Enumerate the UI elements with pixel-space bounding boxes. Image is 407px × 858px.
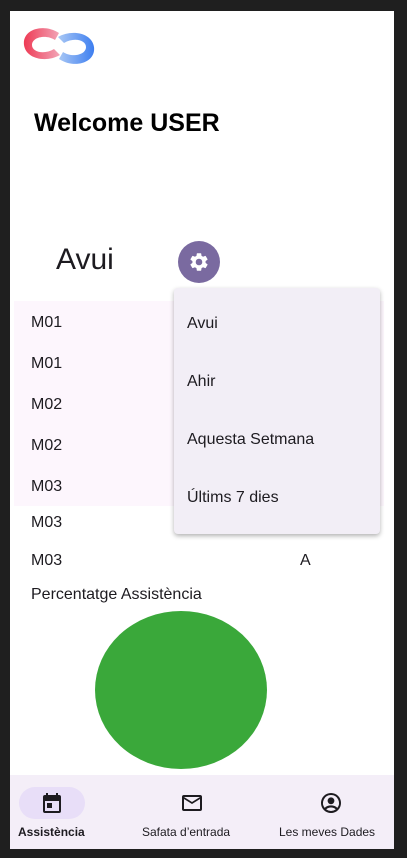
nav-label-my-data: Les meves Dades (279, 825, 376, 839)
app-logo (23, 28, 95, 64)
module-code: M03 (31, 514, 63, 531)
attendance-row: M03 A (14, 544, 384, 582)
mail-icon (182, 795, 202, 811)
attendance-pie-chart (95, 611, 267, 769)
nav-label-inbox: Safata d’entrada (142, 825, 231, 839)
attendance-status: A (300, 552, 311, 569)
nav-item-attendance[interactable]: Assistència (10, 775, 138, 849)
period-dropdown-menu: Avui Ahir Aquesta Setmana Últims 7 dies (174, 288, 380, 534)
account-circle-icon (321, 793, 341, 813)
module-code: M02 (31, 396, 63, 413)
nav-item-my-data[interactable]: Les meves Dades (266, 775, 394, 849)
menu-item-yesterday[interactable]: Ahir (187, 373, 215, 391)
module-code: M03 (31, 478, 63, 495)
bottom-navigation-bar: Assistència Safata d’entrada Les meves D… (10, 775, 394, 849)
module-code: M03 (31, 552, 63, 569)
module-code: M01 (31, 355, 63, 372)
module-code: M02 (31, 437, 63, 454)
module-code: M01 (31, 314, 63, 331)
app-screen: Welcome USER Avui M01 M01 M02 M02 M03 M0… (10, 11, 394, 849)
nav-label-attendance: Assistència (18, 825, 85, 839)
nav-item-inbox[interactable]: Safata d’entrada (138, 775, 266, 849)
welcome-title: Welcome USER (34, 109, 220, 137)
calendar-icon (43, 793, 61, 813)
gear-icon (190, 253, 208, 271)
menu-item-last-7-days[interactable]: Últims 7 dies (187, 489, 279, 507)
attendance-percentage-label: Percentatge Assistència (31, 586, 202, 603)
period-title: Avui (56, 243, 114, 276)
menu-item-today[interactable]: Avui (187, 315, 218, 333)
filter-settings-button[interactable] (178, 241, 220, 283)
menu-item-this-week[interactable]: Aquesta Setmana (187, 431, 314, 449)
